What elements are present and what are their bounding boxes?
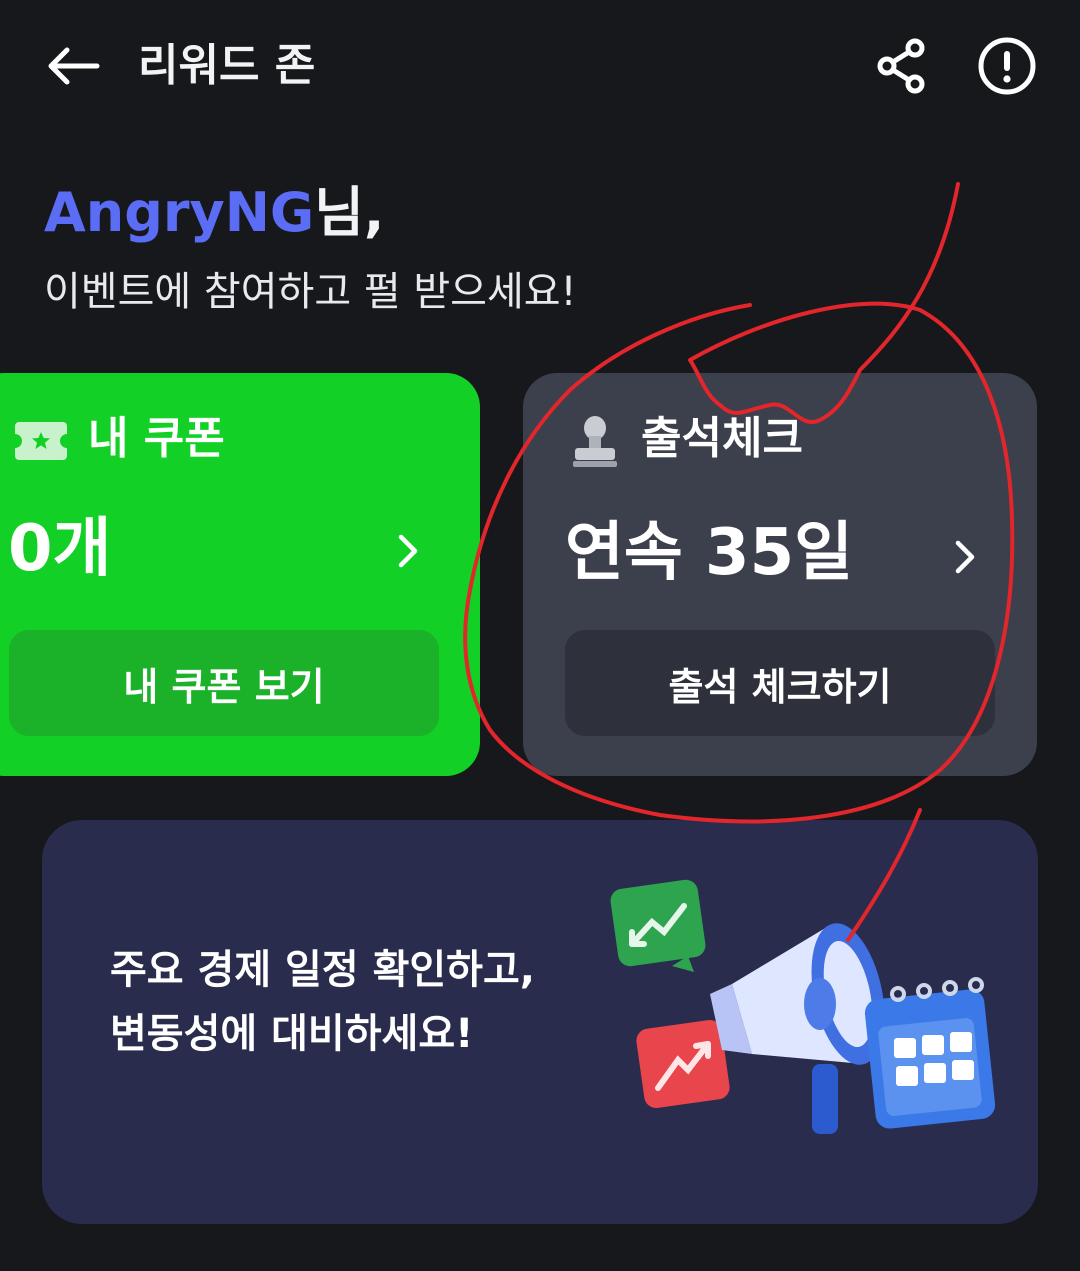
info-button[interactable] [974, 34, 1040, 98]
chart-up-bubble-icon [636, 1019, 730, 1109]
attendance-card-label: 출석체크 [641, 413, 803, 464]
chevron-right-icon [388, 531, 428, 571]
chart-down-bubble-icon [610, 879, 706, 972]
share-button[interactable] [872, 34, 932, 98]
page-title: 리워드 존 [138, 40, 316, 91]
banner-line-2: 변동성에 대비하세요! [110, 1011, 474, 1057]
top-app-bar: 리워드 존 [0, 0, 1080, 130]
economic-calendar-banner[interactable]: 주요 경제 일정 확인하고, 변동성에 대비하세요! [42, 820, 1038, 1224]
coupon-card[interactable]: 내 쿠폰 0개 내 쿠폰 보기 [0, 373, 480, 776]
greeting-suffix: 님, [314, 181, 385, 244]
coupon-card-label: 내 쿠폰 [88, 413, 225, 464]
banner-line-1: 주요 경제 일정 확인하고, [110, 947, 535, 993]
check-attendance-button[interactable]: 출석 체크하기 [565, 630, 995, 736]
megaphone-calendar-illustration [610, 879, 996, 1134]
attendance-streak: 연속 35일 [565, 516, 853, 590]
username: AngryNG [44, 181, 315, 244]
arrow-left-icon [48, 47, 100, 85]
info-circle-icon [978, 37, 1036, 95]
attendance-card[interactable]: 출석체크 연속 35일 출석 체크하기 [523, 373, 1037, 776]
ticket-icon [12, 419, 70, 463]
view-coupons-button[interactable]: 내 쿠폰 보기 [9, 630, 439, 736]
chevron-right-icon [945, 537, 985, 577]
coupon-count: 0개 [8, 512, 112, 586]
greeting-subtitle: 이벤트에 참여하고 펄 받으세요! [44, 269, 577, 315]
greeting-heading: AngryNG님, [44, 178, 384, 248]
stamp-icon [569, 413, 621, 469]
back-button[interactable] [40, 36, 106, 96]
banner-text: 주요 경제 일정 확인하고, 변동성에 대비하세요! [110, 938, 535, 1066]
calendar-icon [864, 977, 996, 1129]
share-icon [877, 38, 925, 94]
